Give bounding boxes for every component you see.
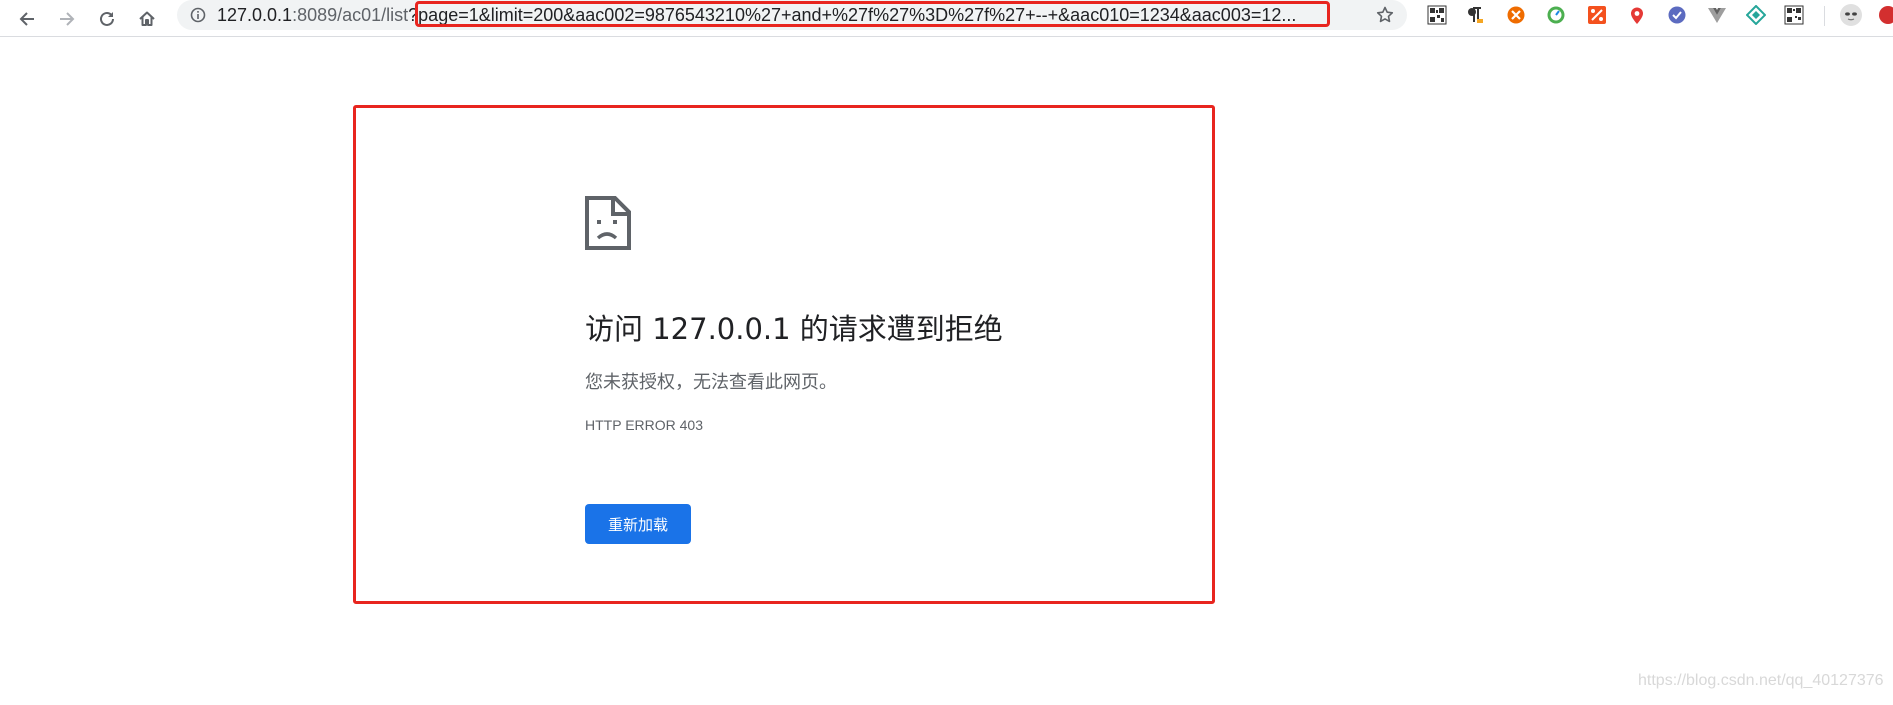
home-button[interactable] bbox=[130, 2, 164, 36]
qr-code-icon[interactable] bbox=[1425, 3, 1449, 27]
paragraph-icon[interactable] bbox=[1463, 3, 1487, 27]
reload-button[interactable] bbox=[90, 2, 124, 36]
info-icon[interactable] bbox=[190, 7, 206, 23]
reload-page-button[interactable]: 重新加载 bbox=[585, 504, 691, 544]
error-code: HTTP ERROR 403 bbox=[585, 417, 703, 433]
url-path: :8089/ac01/list bbox=[292, 5, 409, 25]
watermark-text: https://blog.csdn.net/qq_40127376 bbox=[1638, 672, 1884, 689]
star-icon[interactable] bbox=[1375, 5, 1395, 25]
map-pin-icon[interactable] bbox=[1625, 3, 1649, 27]
percent-extension-icon[interactable] bbox=[1585, 3, 1609, 27]
error-highlight-box bbox=[353, 105, 1215, 604]
toolbar-separator bbox=[1824, 6, 1825, 26]
speed-dial-icon[interactable] bbox=[1544, 3, 1568, 27]
orange-circle-extension-icon[interactable] bbox=[1504, 3, 1528, 27]
error-title: 访问 127.0.0.1 的请求遭到拒绝 bbox=[585, 312, 1003, 346]
back-arrow-icon bbox=[19, 12, 34, 26]
vue-devtools-icon[interactable] bbox=[1705, 3, 1729, 27]
url-query-highlight bbox=[415, 1, 1330, 27]
forward-arrow-icon bbox=[60, 12, 75, 26]
back-button[interactable] bbox=[10, 2, 44, 36]
reload-icon bbox=[100, 11, 114, 26]
profile-avatar-icon[interactable] bbox=[1839, 3, 1863, 27]
error-description: 您未获授权，无法查看此网页。 bbox=[585, 372, 837, 393]
home-icon bbox=[139, 11, 155, 26]
qr-code-icon-2[interactable] bbox=[1782, 3, 1806, 27]
browser-toolbar: 127.0.0.1:8089/ac01/list?page=1&limit=20… bbox=[0, 0, 1893, 37]
check-circle-extension-icon[interactable] bbox=[1665, 3, 1689, 27]
menu-alert-icon[interactable] bbox=[1876, 3, 1893, 27]
forward-button[interactable] bbox=[50, 2, 84, 36]
url-host: 127.0.0.1 bbox=[217, 5, 293, 25]
diamond-extension-icon[interactable] bbox=[1744, 3, 1768, 27]
sad-document-icon bbox=[585, 196, 631, 250]
address-bar[interactable]: 127.0.0.1:8089/ac01/list?page=1&limit=20… bbox=[177, 0, 1407, 30]
